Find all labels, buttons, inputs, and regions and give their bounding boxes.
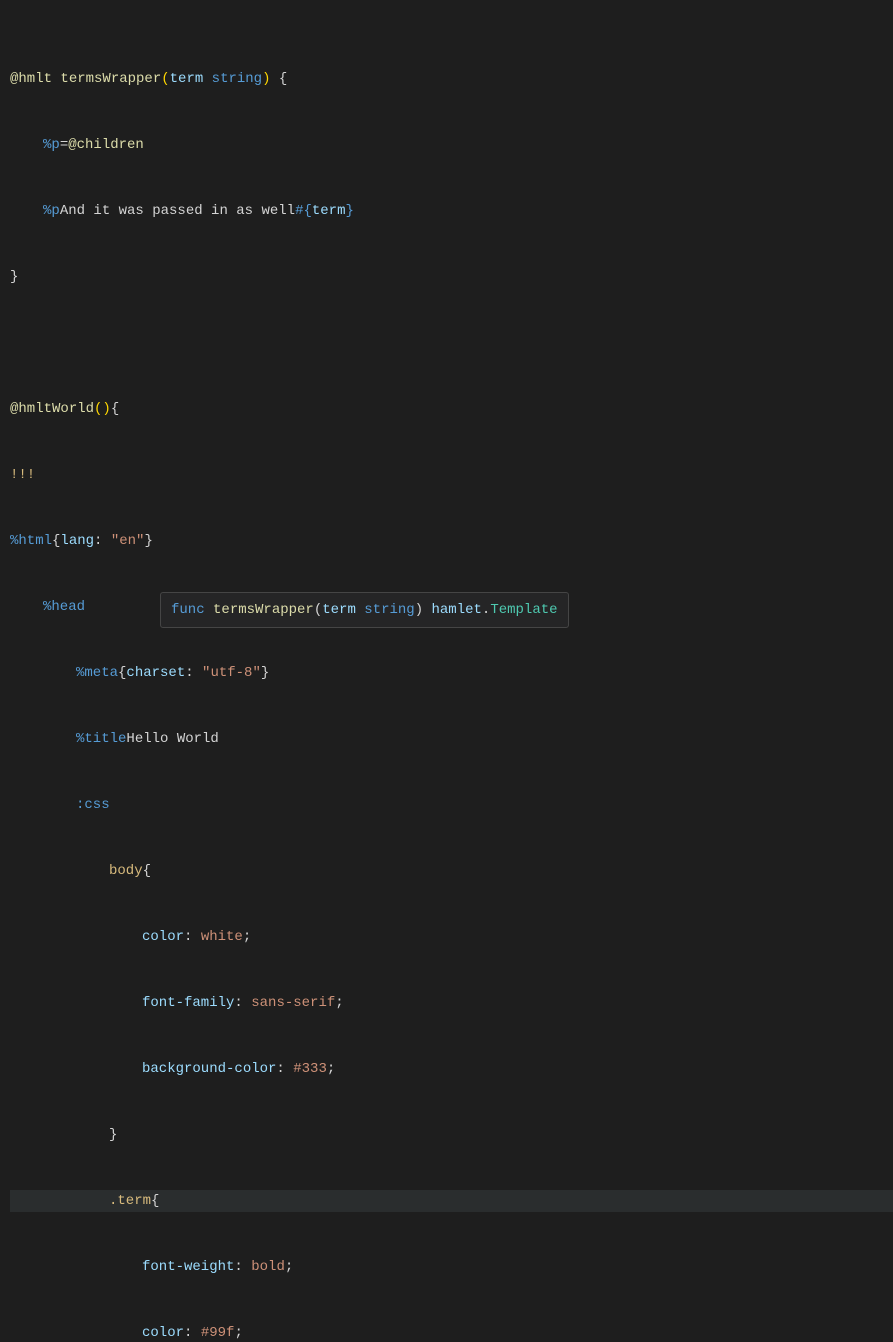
- code-line: @hmlt World() {: [10, 398, 893, 420]
- tooltip-return-type: Template: [490, 602, 557, 618]
- p-tag: %p: [43, 134, 60, 156]
- html-tag: %html: [10, 530, 52, 552]
- tooltip-param: term: [322, 602, 356, 618]
- tooltip-type: string: [364, 602, 414, 618]
- code-line: %p And it was passed in as well #{term}: [10, 200, 893, 222]
- tooltip-func-keyword: func: [171, 602, 205, 618]
- text-content: And it was passed in as well: [60, 200, 295, 222]
- css-property: font-family: [142, 992, 234, 1014]
- editor-lines: @hmlt termsWrapper(term string) { %p=@ch…: [10, 24, 893, 1342]
- code-line: !!!: [10, 464, 893, 486]
- interp-close: }: [345, 200, 353, 222]
- code-line: %meta{charset: "utf-8"}: [10, 662, 893, 684]
- blank-line: [10, 332, 893, 354]
- function-name: termsWrapper: [60, 71, 161, 87]
- attr-value: "utf-8": [202, 662, 261, 684]
- css-selector: body: [109, 860, 143, 882]
- css-selector: .term: [109, 1190, 151, 1212]
- code-line: :css: [10, 794, 893, 816]
- code-line: background-color: #333;: [10, 1058, 893, 1080]
- css-property: color: [142, 1322, 184, 1342]
- code-line: font-family: sans-serif;: [10, 992, 893, 1014]
- code-line-highlighted: .term {: [10, 1190, 893, 1212]
- code-line: color: white;: [10, 926, 893, 948]
- code-line: }: [10, 266, 893, 288]
- function-name: World: [52, 398, 94, 420]
- code-editor[interactable]: @hmlt termsWrapper(term string) { %p=@ch…: [0, 0, 893, 1342]
- code-line: color: #99f;: [10, 1322, 893, 1342]
- doctype-bang: !!!: [10, 464, 35, 486]
- p-tag: %p: [43, 200, 60, 222]
- css-property: color: [142, 926, 184, 948]
- head-tag: %head: [43, 596, 85, 618]
- code-line: %p=@children: [10, 134, 893, 156]
- css-directive: :css: [76, 794, 110, 816]
- css-property: background-color: [142, 1058, 276, 1080]
- css-property: font-weight: [142, 1256, 234, 1278]
- attr-value: "en": [111, 530, 145, 552]
- code-line: body {: [10, 860, 893, 882]
- decorator-keyword: @hmlt: [10, 398, 52, 420]
- css-value: #333: [293, 1058, 327, 1080]
- meta-tag: %meta: [76, 662, 118, 684]
- type-keyword: string: [212, 71, 262, 87]
- css-value: bold: [251, 1256, 285, 1278]
- code-line: %html{lang: "en"}: [10, 530, 893, 552]
- title-text: Hello World: [126, 728, 218, 750]
- code-line: }: [10, 1124, 893, 1146]
- attr-name: charset: [126, 662, 185, 684]
- code-line: font-weight: bold;: [10, 1256, 893, 1278]
- css-value: sans-serif: [251, 992, 335, 1014]
- tooltip-function-name: termsWrapper: [213, 602, 314, 618]
- interp-var: term: [312, 200, 346, 222]
- title-tag: %title: [76, 728, 126, 750]
- css-value: #99f: [201, 1322, 235, 1342]
- param-name: term: [170, 71, 204, 87]
- css-value: white: [201, 926, 243, 948]
- code-line: @hmlt termsWrapper(term string) {: [10, 68, 893, 90]
- code-line: %title Hello World: [10, 728, 893, 750]
- attr-name: lang: [60, 530, 94, 552]
- interp-open: #{: [295, 200, 312, 222]
- decorator-keyword: @hmlt: [10, 71, 52, 87]
- tooltip-namespace: hamlet: [432, 602, 482, 618]
- hover-signature-tooltip: func termsWrapper(term string) hamlet.Te…: [160, 592, 569, 628]
